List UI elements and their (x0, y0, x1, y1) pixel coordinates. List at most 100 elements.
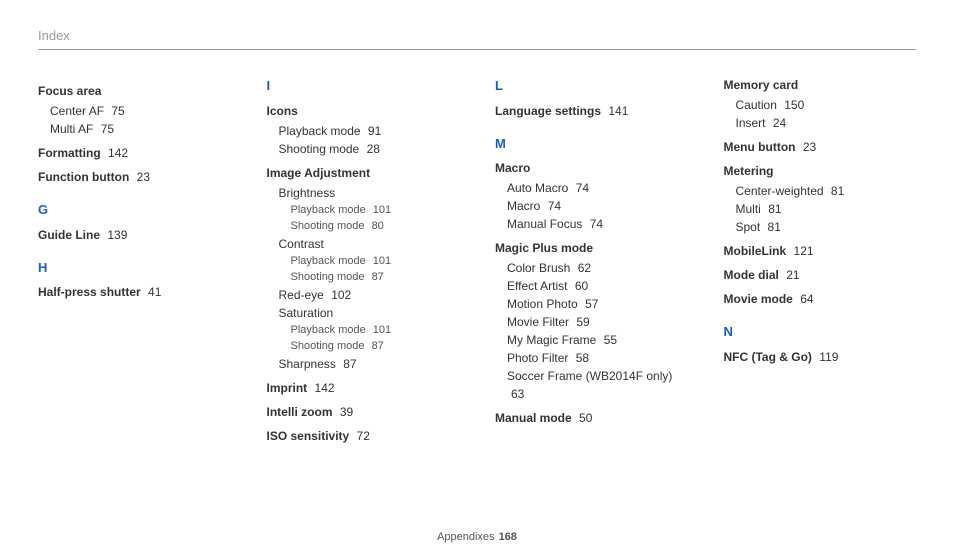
page-ref: 41 (148, 285, 161, 299)
subentry-label: Color Brush (507, 261, 570, 275)
subentry: Playback mode 91 (279, 122, 460, 140)
page-ref: 101 (373, 324, 391, 336)
subentry: Macro 74 (507, 197, 688, 215)
subentry-label: Shooting mode (279, 142, 360, 156)
subentry-label: Playback mode (279, 124, 361, 138)
entry-icons: Icons (267, 102, 460, 120)
entry-label: Formatting (38, 146, 101, 160)
entry-magic-plus-mode: Magic Plus mode (495, 239, 688, 257)
subentry-label: Effect Artist (507, 279, 567, 293)
letter-m: M (495, 134, 688, 154)
entry-function-button: Function button 23 (38, 168, 231, 186)
page-ref: 55 (604, 333, 617, 347)
index-col-3: L Language settings 141 M Macro Auto Mac… (495, 76, 688, 447)
subentry: Playback mode 101 (291, 322, 460, 339)
page-ref: 23 (803, 140, 816, 154)
page-ref: 101 (373, 255, 391, 267)
entry-label: Guide Line (38, 228, 100, 242)
subentry: Playback mode 101 (291, 202, 460, 219)
index-col-4: Memory card Caution 150 Insert 24 Menu b… (724, 76, 917, 447)
subentry-label: Shooting mode (291, 340, 365, 352)
entry-iso-sensitivity: ISO sensitivity 72 (267, 427, 460, 445)
subentry: Caution 150 (736, 96, 917, 114)
page-ref: 87 (372, 271, 384, 283)
subentry-label: Caution (736, 98, 777, 112)
entry-intelli-zoom: Intelli zoom 39 (267, 403, 460, 421)
page-ref: 75 (111, 104, 124, 118)
page-ref: 87 (343, 357, 356, 371)
page-ref: 142 (315, 381, 335, 395)
page-ref: 74 (576, 181, 589, 195)
page-ref: 72 (357, 429, 370, 443)
page-ref: 80 (372, 220, 384, 232)
page-ref: 81 (768, 220, 781, 234)
entry-label: Manual mode (495, 411, 572, 425)
entry-label: Macro (495, 161, 530, 175)
subentry-label: Shooting mode (291, 271, 365, 283)
entry-mobilelink: MobileLink 121 (724, 242, 917, 260)
subentry-label: Playback mode (291, 324, 366, 336)
subentry-label: Spot (736, 220, 761, 234)
subentry-label: Playback mode (291, 255, 366, 267)
page-ref: 23 (137, 170, 150, 184)
entry-label: MobileLink (724, 244, 787, 258)
page-ref: 74 (590, 217, 603, 231)
subentry-label: Playback mode (291, 204, 366, 216)
subentry: Center-weighted 81 (736, 182, 917, 200)
entry-mode-dial: Mode dial 21 (724, 266, 917, 284)
entry-memory-card: Memory card (724, 76, 917, 94)
subentry: Shooting mode 87 (291, 269, 460, 286)
subentry-label: Motion Photo (507, 297, 578, 311)
page-footer: Appendixes 168 (0, 531, 954, 543)
subentry-label: Auto Macro (507, 181, 568, 195)
subentry: Sharpness 87 (279, 355, 460, 373)
footer-label: Appendixes (437, 531, 495, 543)
page: Index Focus area Center AF 75 Multi AF 7… (0, 0, 954, 557)
subentry-label: Photo Filter (507, 351, 568, 365)
page-ref: 28 (367, 142, 380, 156)
subentry: Multi AF 75 (50, 120, 231, 138)
subentry-label: Multi (736, 202, 761, 216)
subentry-saturation: Saturation (279, 304, 460, 322)
subentry: Multi 81 (736, 200, 917, 218)
page-ref: 142 (108, 146, 128, 160)
page-ref: 101 (373, 204, 391, 216)
subentry: Center AF 75 (50, 102, 231, 120)
page-ref: 59 (576, 315, 589, 329)
subentry: Color Brush 62 (507, 259, 688, 277)
page-ref: 58 (576, 351, 589, 365)
subentry-label: Manual Focus (507, 217, 582, 231)
footer-page-number: 168 (499, 531, 517, 543)
subentry: My Magic Frame 55 (507, 331, 688, 349)
entry-label: Function button (38, 170, 129, 184)
subentry-brightness: Brightness (279, 184, 460, 202)
subentry: Shooting mode 80 (291, 218, 460, 235)
page-ref: 91 (368, 124, 381, 138)
entry-nfc: NFC (Tag & Go) 119 (724, 348, 917, 366)
subentry-label: Sharpness (279, 357, 336, 371)
entry-label: NFC (Tag & Go) (724, 350, 812, 364)
letter-n: N (724, 322, 917, 342)
entry-label: Memory card (724, 78, 799, 92)
index-col-2: I Icons Playback mode 91 Shooting mode 2… (267, 76, 460, 447)
page-ref: 139 (107, 228, 127, 242)
entry-guide-line: Guide Line 139 (38, 226, 231, 244)
subentry: Effect Artist 60 (507, 277, 688, 295)
page-ref: 60 (575, 279, 588, 293)
page-ref: 87 (372, 340, 384, 352)
subentry-label: Multi AF (50, 122, 93, 136)
entry-label: Magic Plus mode (495, 241, 593, 255)
page-ref: 102 (331, 288, 351, 302)
subentry-contrast: Contrast (279, 235, 460, 253)
entry-label: Focus area (38, 84, 101, 98)
entry-label: Imprint (267, 381, 308, 395)
entry-label: Language settings (495, 104, 601, 118)
subentry: Insert 24 (736, 114, 917, 132)
page-ref: 81 (831, 184, 844, 198)
entry-metering: Metering (724, 162, 917, 180)
page-ref: 75 (101, 122, 114, 136)
page-ref: 64 (800, 292, 813, 306)
subentry-label: Insert (736, 116, 766, 130)
subentry-label: Center AF (50, 104, 104, 118)
subentry-label: Soccer Frame (WB2014F only) (507, 369, 672, 383)
